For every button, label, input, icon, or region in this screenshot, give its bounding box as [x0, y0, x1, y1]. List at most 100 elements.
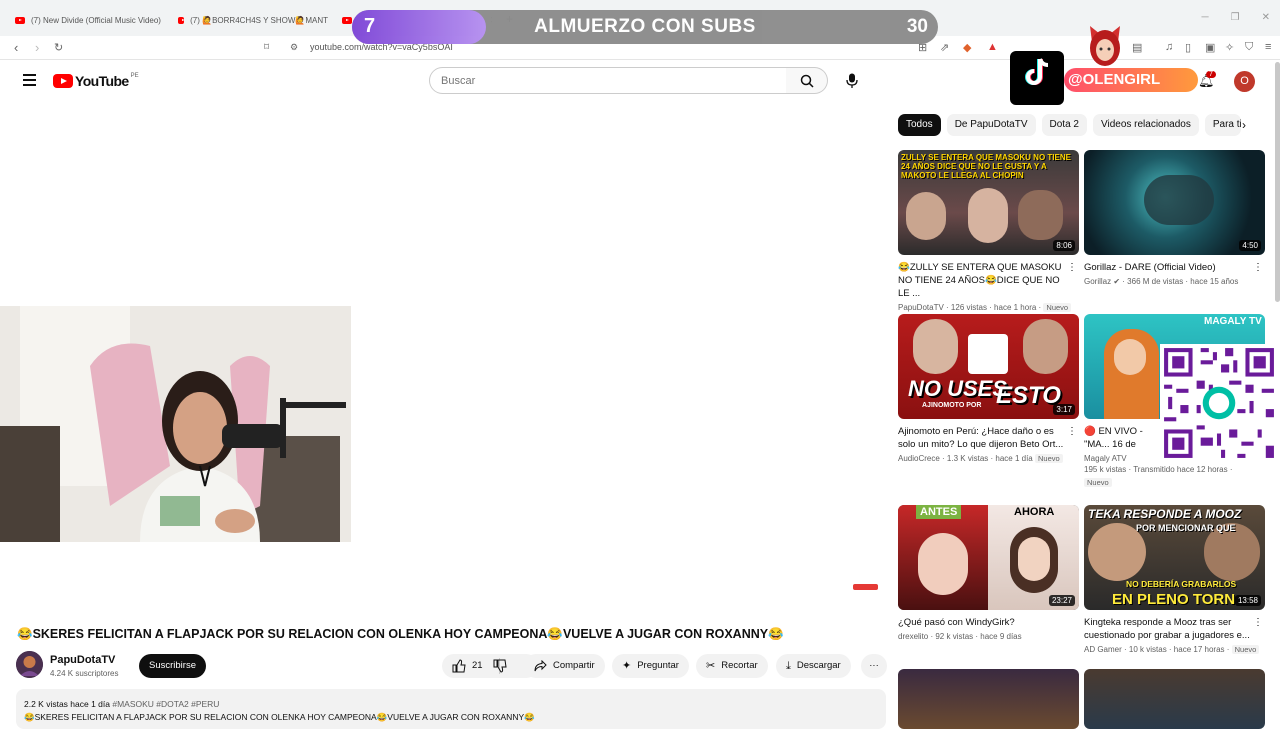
back-icon[interactable]: ‹ — [14, 40, 18, 55]
chip-de-papudotatv[interactable]: De PapuDotaTV — [946, 114, 1036, 136]
voice-search-button[interactable] — [840, 69, 864, 93]
sidebar-icon[interactable]: ▯ — [1185, 41, 1191, 54]
tiktok-note-icon — [1025, 58, 1049, 85]
sparkle-icon: ✦ — [622, 660, 632, 672]
channel-avatar[interactable] — [16, 651, 43, 678]
youtube-logo[interactable]: YouTube PE — [53, 73, 139, 89]
chip-todos[interactable]: Todos — [898, 114, 941, 136]
channel-name[interactable]: drexelito — [898, 632, 928, 641]
dislike-button[interactable] — [493, 654, 507, 678]
close-window-icon[interactable]: ✕ — [1262, 12, 1270, 23]
wallet-icon[interactable]: ▣ — [1205, 41, 1215, 54]
channel-name[interactable]: Gorillaz — [1084, 277, 1111, 286]
verified-icon: ✔ — [1113, 277, 1121, 286]
description-box[interactable] — [16, 689, 886, 729]
more-options-icon[interactable]: ⋮ — [1253, 262, 1263, 273]
chip-para-ti[interactable]: Para ti — [1204, 114, 1241, 136]
channel-name[interactable]: AD Gamer — [1084, 645, 1122, 654]
video-thumbnail[interactable]: NO USES AJINOMOTO POR ESTO 3:17 — [898, 314, 1079, 419]
site-info-icon[interactable]: ⚙ — [290, 42, 298, 53]
browser-tab-2[interactable]: (7) 🙋BORR4CH4S Y SHOW🙋MANT — [178, 8, 328, 32]
menu-icon[interactable]: ≡ — [1265, 41, 1271, 53]
youtube-favicon-icon — [178, 16, 186, 24]
video-title[interactable]: ¿Qué pasó con WindyGirk? — [898, 616, 1079, 629]
streamer-avatar-sticker — [1090, 26, 1120, 66]
video-meta: AudioCrece · 1.3 K vistas · hace 1 día N… — [898, 453, 1079, 464]
more-options-icon[interactable]: ⋮ — [1067, 262, 1077, 273]
music-icon[interactable]: ♫ — [1165, 41, 1173, 53]
chevron-right-icon[interactable]: › — [1242, 118, 1246, 132]
maximize-icon[interactable]: ❐ — [1231, 12, 1240, 23]
account-avatar[interactable]: O — [1234, 71, 1255, 92]
notifications-button[interactable]: 🔔︎ 7 — [1198, 71, 1216, 90]
thumbnail-caption: NO DEBERÍA GRABARLOS — [1126, 579, 1237, 589]
minimize-icon[interactable]: ─ — [1202, 12, 1209, 23]
browser-tab-1[interactable]: (7) New Divide (Official Music Video) — [15, 8, 165, 32]
search-button[interactable] — [786, 67, 828, 94]
video-duration: 13:58 — [1234, 595, 1261, 606]
channel-name[interactable]: PapuDotaTV — [50, 654, 115, 666]
chip-videos-relacionados[interactable]: Videos relacionados — [1092, 114, 1199, 136]
thumbs-down-icon — [493, 659, 507, 673]
subscriber-count: 4.24 K suscriptores — [50, 669, 119, 678]
video-thumbnail[interactable]: TEKA RESPONDE A MOOZ POR MENCIONAR QUE N… — [1084, 505, 1265, 610]
video-title[interactable]: Ajinomoto en Perú: ¿Hace daño o es solo … — [898, 425, 1079, 451]
sidebar-video-card[interactable]: 4:50 Gorillaz - DARE (Official Video) Go… — [1084, 150, 1265, 287]
youtube-favicon-icon — [15, 16, 25, 24]
brave-shield-icon[interactable]: ◆ — [963, 41, 971, 54]
notification-count: 7 — [1206, 71, 1216, 78]
thumbnail-caption: TEKA RESPONDE A MOOZ — [1088, 507, 1242, 521]
page-scrollbar[interactable] — [1275, 62, 1280, 302]
guide-menu-icon[interactable] — [23, 74, 36, 89]
more-options-icon[interactable]: ⋮ — [1253, 617, 1263, 628]
video-thumbnail[interactable] — [1084, 669, 1265, 729]
thumbnail-caption: AJINOMOTO POR — [922, 402, 982, 409]
share-arrow-icon — [534, 660, 547, 672]
sidebar-video-card[interactable]: NO USES AJINOMOTO POR ESTO 3:17 Ajinomot… — [898, 314, 1079, 464]
more-options-icon[interactable]: ⋮ — [1067, 426, 1077, 437]
bookmark-icon[interactable]: ⌑ — [264, 42, 269, 53]
yape-qr-code — [1160, 344, 1278, 462]
clip-button[interactable]: ✂ Recortar — [696, 654, 768, 678]
channel-name[interactable]: PapuDotaTV — [898, 303, 944, 312]
ask-button[interactable]: ✦ Preguntar — [612, 654, 689, 678]
ai-icon[interactable]: ✧ — [1225, 41, 1234, 54]
forward-icon[interactable]: › — [35, 40, 39, 55]
share-icon[interactable]: ⇗ — [940, 41, 949, 54]
like-count: 21 — [472, 660, 483, 671]
search-input[interactable] — [430, 68, 786, 93]
more-actions-button[interactable]: ··· — [861, 654, 887, 678]
video-thumbnail[interactable]: ANTES AHORA 23:27 — [898, 505, 1079, 610]
sidebar-video-card[interactable]: TEKA RESPONDE A MOOZ POR MENCIONAR QUE N… — [1084, 505, 1265, 655]
video-thumbnail[interactable] — [898, 669, 1079, 729]
hashtags[interactable]: #MASOKU #DOTA2 #PERU — [112, 699, 219, 709]
share-button[interactable]: Compartir — [524, 654, 605, 678]
video-thumbnail[interactable]: ZULLY SE ENTERA QUE MASOKU NO TIENE 24 A… — [898, 150, 1079, 255]
subscribe-button[interactable]: Suscribirse — [139, 654, 206, 678]
video-title[interactable]: Gorillaz - DARE (Official Video) — [1084, 261, 1265, 274]
thumbnail-caption: EN PLENO TORN — [1112, 591, 1236, 608]
video-stats: 1.3 K vistas · hace 1 día — [946, 454, 1033, 463]
channel-name[interactable]: AudioCrece — [898, 454, 940, 463]
video-title[interactable]: 🔴 EN VIVO - "MA... 16 de FEBRERO d... — [1084, 425, 1164, 451]
video-title[interactable]: Kingteka responde a Mooz tras ser cuesti… — [1084, 616, 1265, 642]
rewards-icon[interactable]: ▲ — [987, 41, 998, 53]
tab-label: (7) 🙋BORR4CH4S Y SHOW🙋MANT — [190, 15, 328, 25]
video-thumbnail[interactable]: 4:50 — [1084, 150, 1265, 255]
video-title-main: 😂SKERES FELICITAN A FLAPJACK POR SU RELA… — [17, 627, 784, 641]
stream-overlay-banner: 7 ALMUERZO CON SUBS 30 — [352, 10, 938, 44]
video-duration: 3:17 — [1053, 404, 1075, 415]
download-label: Descargar — [796, 660, 841, 671]
reader-icon[interactable]: ▤ — [1132, 41, 1142, 54]
views-and-date: 2.2 K vistas hace 1 día — [24, 699, 110, 709]
video-stats: 126 vistas · hace 1 hora — [950, 303, 1037, 312]
sidebar-video-card[interactable]: ANTES AHORA 23:27 ¿Qué pasó con WindyGir… — [898, 505, 1079, 642]
reload-icon[interactable]: ↻ — [54, 41, 63, 54]
video-title[interactable]: 😂ZULLY SE ENTERA QUE MASOKU NO TIENE 24 … — [898, 261, 1079, 300]
chip-dota-2[interactable]: Dota 2 — [1041, 114, 1087, 136]
thumbnail-caption: AHORA — [1014, 506, 1055, 518]
vpn-icon[interactable]: ⛉ — [1245, 41, 1253, 54]
ask-label: Preguntar — [637, 660, 679, 671]
download-button[interactable]: ⤓ Descargar — [776, 654, 851, 678]
sidebar-video-card[interactable]: ZULLY SE ENTERA QUE MASOKU NO TIENE 24 A… — [898, 150, 1079, 313]
